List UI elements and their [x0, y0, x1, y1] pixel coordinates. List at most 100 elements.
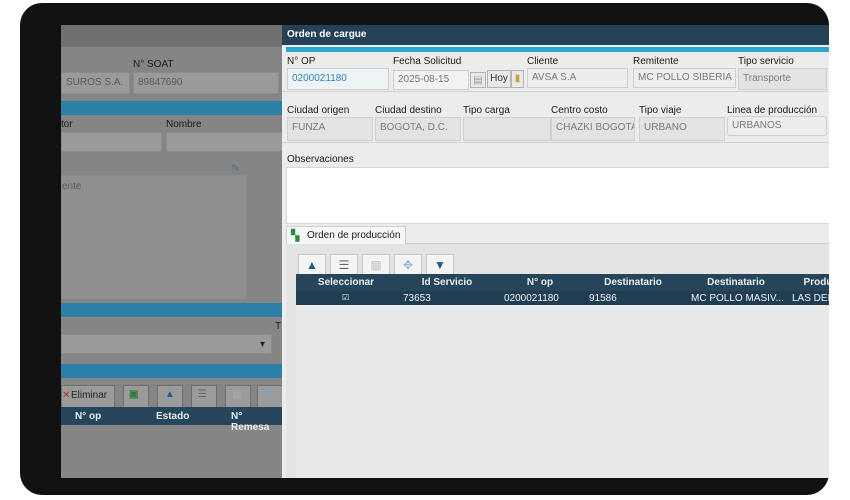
tipo-carga-label: Tipo carga — [463, 105, 510, 116]
grid-body — [296, 305, 829, 478]
ciudad-origen-label: Ciudad origen — [287, 105, 350, 116]
col-destinatario-nombre[interactable]: Destinatario — [684, 277, 788, 288]
calendar-button[interactable]: ▤ — [470, 72, 486, 88]
clear-button[interactable]: ▮ — [511, 70, 524, 88]
insurer-field: SUROS S.A. — [61, 72, 130, 94]
dialog-title: Orden de cargue — [287, 29, 367, 40]
centro-costo-field[interactable]: CHAZKI BOGOTA — [551, 117, 635, 141]
section-bar — [61, 101, 282, 115]
fecha-field[interactable]: 2025-08-15 — [393, 70, 469, 90]
tipo-viaje-field[interactable]: URBANO — [639, 117, 725, 141]
section-bar-3 — [61, 364, 282, 378]
divider — [282, 91, 829, 92]
op-label: N° OP — [287, 56, 316, 67]
dialog-title-bar[interactable]: Orden de cargue — [282, 25, 829, 45]
move-button[interactable]: ✥ — [394, 254, 422, 276]
conductor-label: tor — [61, 119, 73, 130]
notes-area: ente — [61, 175, 247, 299]
eraser-icon: ▮ — [514, 73, 521, 84]
move-down-button[interactable]: ▼ — [426, 254, 454, 276]
move-icon: ✥ — [402, 258, 414, 272]
ciudad-destino-field[interactable]: BOGOTA, D.C. — [375, 117, 461, 141]
delete-button[interactable]: ✕ Eliminar — [61, 385, 115, 409]
layers-icon: ☰ — [198, 389, 207, 400]
move-button[interactable]: ✥ — [257, 385, 283, 409]
col-seleccionar[interactable]: Seleccionar — [296, 277, 396, 288]
tab-orden-produccion[interactable]: ▚ Orden de producción — [286, 226, 406, 244]
letter-t: T — [275, 321, 282, 332]
hoy-button[interactable]: Hoy — [487, 70, 511, 88]
arrow-down-icon: ▼ — [434, 258, 446, 272]
background-window: N° SOAT SUROS S.A. 89847690 tor Nombre ✎… — [61, 25, 284, 478]
excel-icon: ▣ — [129, 389, 139, 400]
move-icon: ✥ — [264, 389, 273, 400]
nombre-field — [166, 132, 284, 152]
image-button[interactable]: ▦ — [225, 385, 251, 409]
move-up-button[interactable]: ▲ — [157, 385, 183, 409]
cell-destinatario-id: 91586 — [589, 293, 617, 304]
cell-producto: LAS DEM — [792, 293, 829, 304]
orden-produccion-panel: ▲ ☰ ▦ ✥ ▼ Seleccionar Id Servicio N° op … — [286, 244, 829, 478]
nombre-label: Nombre — [166, 119, 202, 130]
side-text: ente — [62, 181, 82, 192]
layers-button[interactable]: ☰ — [330, 254, 358, 276]
device-frame: N° SOAT SUROS S.A. 89847690 tor Nombre ✎… — [20, 3, 829, 495]
chevron-down-icon: ▾ — [259, 339, 265, 350]
ciudad-destino-label: Ciudad destino — [375, 105, 442, 116]
edit-icon: ✎ — [231, 163, 241, 175]
background-title-bar — [61, 25, 282, 47]
fecha-label: Fecha Solicitud — [393, 56, 462, 67]
row-checkbox[interactable]: ☑ — [342, 293, 349, 302]
tab-strip: ▚ Orden de producción — [286, 226, 829, 244]
col-destinatario[interactable]: Destinatario — [582, 277, 684, 288]
excel-button[interactable]: ▣ — [123, 385, 149, 409]
linea-produccion-field[interactable]: URBANOS — [727, 116, 827, 136]
cliente-field[interactable]: AVSA S.A — [527, 68, 628, 88]
image-icon: ▦ — [232, 389, 242, 400]
arrow-up-icon: ▲ — [306, 258, 318, 272]
col-n-op: N° op — [75, 411, 102, 422]
linea-produccion-label: Linea de producción — [727, 105, 818, 116]
cell-destinatario-nombre: MC POLLO MASIV... — [691, 293, 784, 304]
layers-button[interactable]: ☰ — [191, 385, 217, 409]
conductor-field — [61, 132, 162, 152]
delete-icon: ✕ — [62, 390, 71, 401]
tipo-servicio-label: Tipo servicio — [738, 56, 794, 67]
soat-field: 89847690 — [133, 72, 279, 94]
cell-id-servicio: 73653 — [403, 293, 431, 304]
remitente-label: Remitente — [633, 56, 679, 67]
remitente-field[interactable]: MC POLLO SIBERIA — [633, 68, 736, 88]
op-field[interactable]: 0200021180 — [287, 68, 389, 90]
delete-label: Eliminar — [71, 390, 108, 401]
divider-2 — [282, 142, 829, 143]
tipo-viaje-label: Tipo viaje — [639, 105, 682, 116]
cell-n-op: 0200021180 — [504, 293, 559, 304]
observaciones-label: Observaciones — [287, 154, 354, 165]
tipo-carga-field[interactable] — [463, 117, 551, 141]
image-icon: ▦ — [370, 258, 382, 272]
centro-costo-label: Centro costo — [551, 105, 608, 116]
col-n-remesa: N° Remesa — [231, 411, 270, 433]
background-grid-header: N° op Estado N° Remesa — [61, 407, 282, 433]
screen: N° SOAT SUROS S.A. 89847690 tor Nombre ✎… — [61, 25, 829, 478]
ciudad-origen-field[interactable]: FUNZA — [287, 117, 373, 141]
image-button[interactable]: ▦ — [362, 254, 390, 276]
col-producto[interactable]: Produ — [788, 277, 829, 288]
col-estado: Estado — [156, 411, 190, 422]
tab-label: Orden de producción — [307, 230, 401, 241]
section-bar-2 — [61, 303, 282, 317]
orden-cargue-dialog: Orden de cargue N° OP 0200021180 Fecha S… — [282, 25, 829, 478]
soat-label: N° SOAT — [133, 59, 174, 70]
grid-header: Seleccionar Id Servicio N° op Destinatar… — [296, 274, 829, 291]
cliente-label: Cliente — [527, 56, 559, 67]
arrow-up-icon: ▲ — [165, 389, 175, 400]
observaciones-textarea[interactable] — [286, 167, 829, 224]
move-up-button[interactable]: ▲ — [298, 254, 326, 276]
tab-icon: ▚ — [291, 230, 300, 242]
col-n-op[interactable]: N° op — [498, 277, 582, 288]
table-row[interactable]: ☑ 73653 0200021180 91586 MC POLLO MASIV.… — [296, 291, 829, 305]
tipo-servicio-field[interactable]: Transporte — [738, 68, 827, 90]
calendar-icon: ▤ — [473, 75, 483, 86]
col-id-servicio[interactable]: Id Servicio — [396, 277, 498, 288]
layers-icon: ☰ — [338, 258, 350, 272]
